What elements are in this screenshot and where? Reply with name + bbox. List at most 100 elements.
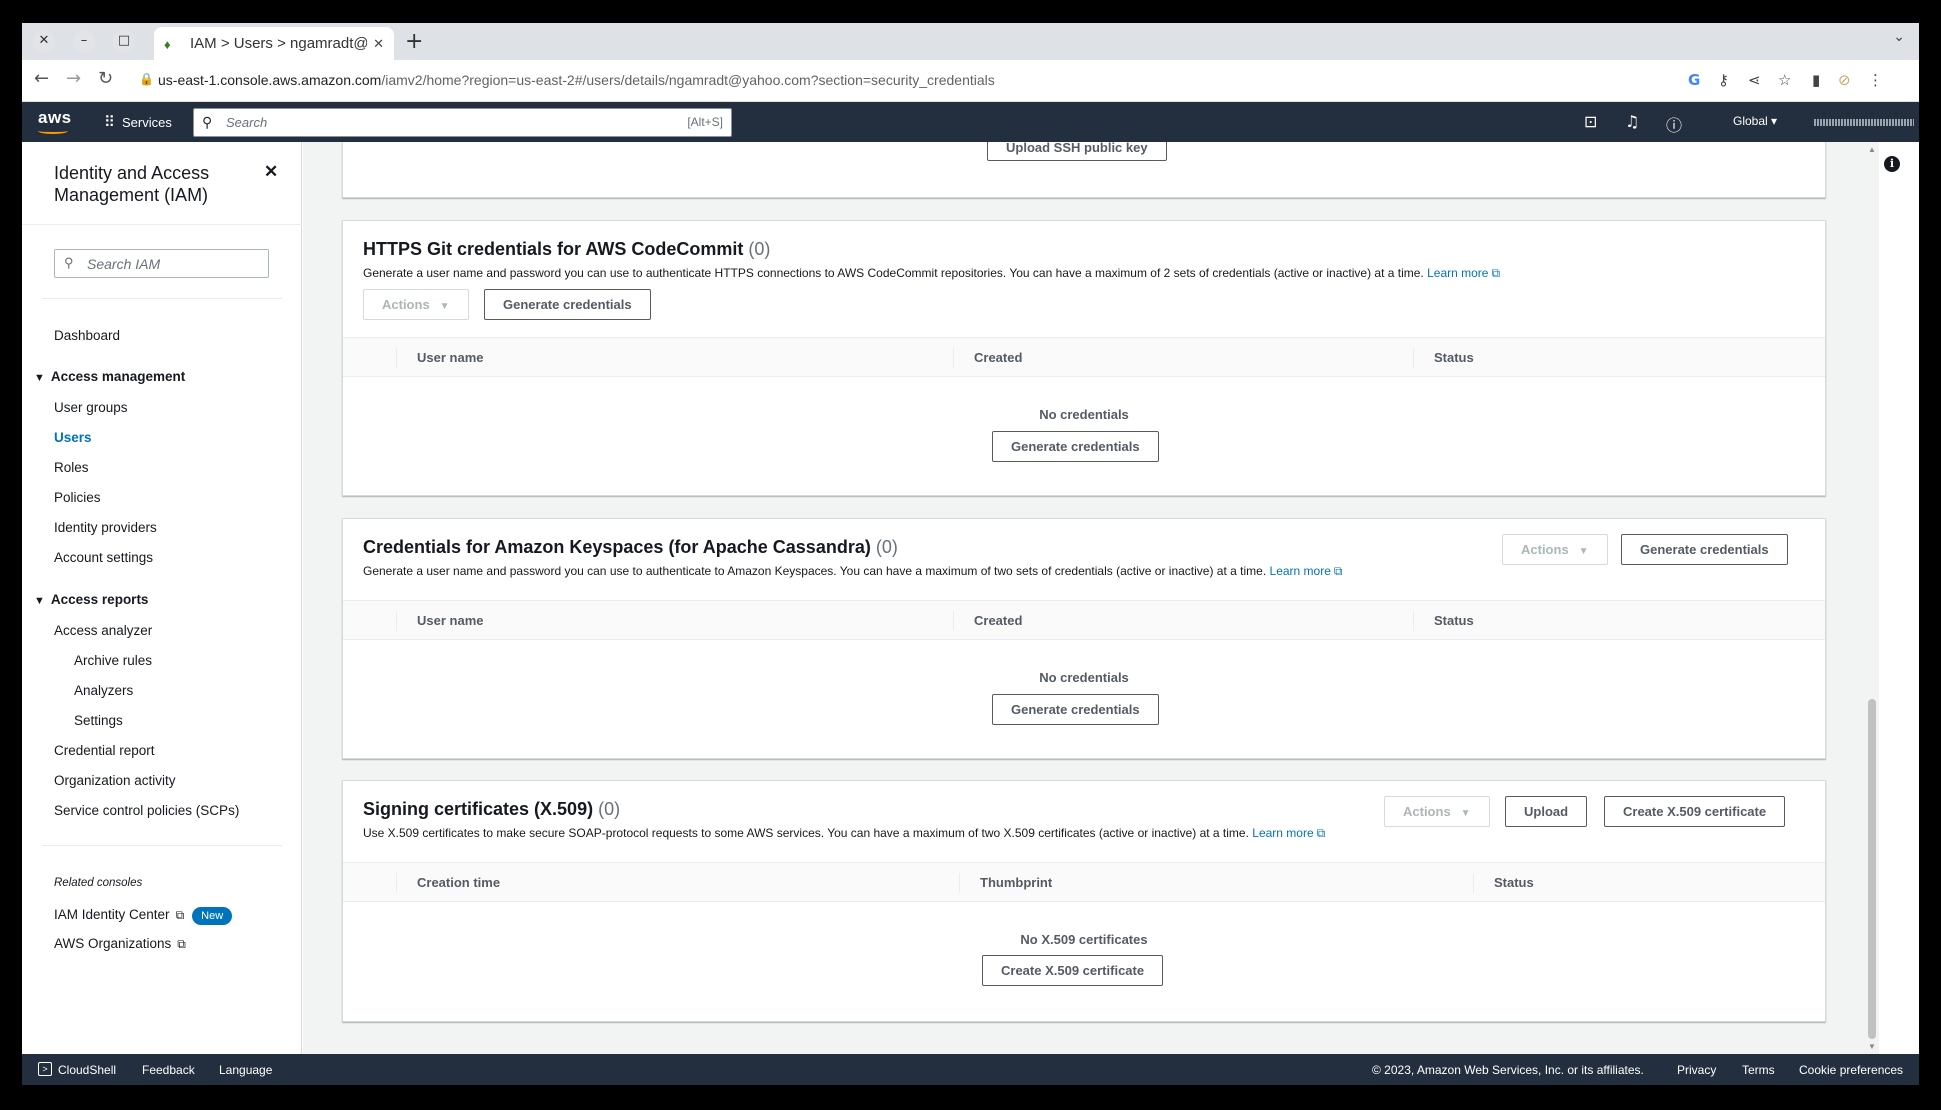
share-icon[interactable]: ⋖ — [1748, 71, 1761, 89]
footer-feedback-link[interactable]: Feedback — [142, 1063, 195, 1077]
generate-credentials-empty-button[interactable]: Generate credentials — [992, 431, 1159, 462]
tab-strip: ✕ – □ ♦ IAM > Users > ngamradt@ ✕ + ⌄ — [22, 23, 1919, 60]
sidebar-title[interactable]: Identity and Access Management (IAM) — [54, 162, 264, 206]
extension-icon[interactable]: ⊘ — [1838, 71, 1851, 89]
column-separator — [953, 611, 954, 631]
scroll-up-arrow-icon[interactable]: ▲ — [1868, 145, 1876, 154]
sidebar-item-users[interactable]: Users — [54, 430, 92, 445]
close-sidebar-icon[interactable]: ✕ — [264, 162, 278, 182]
close-window-icon[interactable]: ✕ — [33, 30, 55, 52]
help-icon[interactable]: ⓘ — [1666, 112, 1682, 136]
keyspaces-credentials-panel: Credentials for Amazon Keyspaces (for Ap… — [342, 518, 1826, 759]
minimize-window-icon[interactable]: – — [73, 30, 95, 52]
side-panel-icon[interactable]: ▮ — [1812, 71, 1820, 89]
sidebar-item-archive-rules[interactable]: Archive rules — [74, 653, 152, 668]
upload-certificate-button[interactable]: Upload — [1505, 796, 1588, 827]
sidebar-section-access-reports[interactable]: ▼ Access reports — [34, 592, 148, 607]
actions-dropdown[interactable]: Actions ▼ — [1384, 796, 1490, 827]
footer-cloudshell-link[interactable]: CloudShell — [58, 1063, 116, 1077]
sidebar-item-access-analyzer[interactable]: Access analyzer — [54, 623, 152, 638]
column-header-status[interactable]: Status — [1494, 875, 1534, 890]
url-field[interactable]: us-east-1.console.aws.amazon.com/iamv2/h… — [158, 72, 995, 88]
sidebar-item-user-groups[interactable]: User groups — [54, 400, 128, 415]
aws-logo[interactable]: aws — [38, 108, 72, 134]
sidebar-item-policies[interactable]: Policies — [54, 490, 101, 505]
sidebar-section-access-management[interactable]: ▼ Access management — [34, 369, 185, 384]
external-link-icon: ⧉ — [1333, 564, 1343, 578]
services-menu[interactable]: ⠿ Services — [104, 113, 172, 131]
generate-credentials-button[interactable]: Generate credentials — [1621, 534, 1788, 565]
actions-dropdown[interactable]: Actions ▼ — [1502, 534, 1608, 565]
learn-more-link[interactable]: Learn more ⧉ — [1427, 266, 1500, 280]
sidebar-item-settings[interactable]: Settings — [74, 713, 123, 728]
account-menu[interactable] — [1814, 119, 1914, 126]
empty-state-text: No X.509 certificates — [1020, 932, 1148, 947]
column-header-status[interactable]: Status — [1434, 350, 1474, 365]
create-x509-certificate-empty-button[interactable]: Create X.509 certificate — [982, 955, 1164, 986]
footer-language-link[interactable]: Language — [219, 1063, 272, 1077]
panel-title-text: HTTPS Git credentials for AWS CodeCommit — [363, 239, 744, 259]
maximize-window-icon[interactable]: □ — [113, 30, 135, 52]
aws-search-input[interactable] — [226, 112, 646, 133]
sidebar-item-account-settings[interactable]: Account settings — [54, 550, 153, 565]
footer-terms-link[interactable]: Terms — [1742, 1063, 1775, 1077]
column-header-user-name[interactable]: User name — [417, 613, 483, 628]
scroll-thumb[interactable] — [1868, 699, 1876, 1039]
sidebar-item-dashboard[interactable]: Dashboard — [54, 328, 120, 343]
learn-more-link[interactable]: Learn more ⧉ — [1252, 826, 1325, 840]
notifications-bell-icon[interactable]: ♫ — [1625, 112, 1639, 131]
forward-arrow-icon[interactable]: → — [66, 68, 81, 89]
column-header-creation-time[interactable]: Creation time — [417, 875, 500, 890]
search-iam[interactable]: ⚲ — [54, 249, 269, 278]
sidebar-item-organization-activity[interactable]: Organization activity — [54, 773, 176, 788]
aws-search[interactable]: ⚲ [Alt+S] — [193, 108, 732, 137]
sidebar-item-roles[interactable]: Roles — [54, 460, 89, 475]
close-tab-icon[interactable]: ✕ — [373, 36, 384, 52]
generate-credentials-empty-button[interactable]: Generate credentials — [992, 694, 1159, 725]
google-icon[interactable]: G — [1688, 71, 1700, 89]
column-header-created[interactable]: Created — [974, 350, 1022, 365]
browser-window: ✕ – □ ♦ IAM > Users > ngamradt@ ✕ + ⌄ ← … — [22, 23, 1919, 1085]
new-tab-icon[interactable]: + — [405, 29, 423, 54]
tab-search-chevron-icon[interactable]: ⌄ — [1893, 29, 1905, 45]
sidebar-item-iam-identity-center[interactable]: IAM Identity Center ⧉ New — [54, 907, 233, 925]
divider — [22, 224, 302, 225]
learn-more-link[interactable]: Learn more ⧉ — [1270, 564, 1343, 578]
footer-cookie-preferences-link[interactable]: Cookie preferences — [1799, 1063, 1903, 1077]
create-x509-certificate-button[interactable]: Create X.509 certificate — [1604, 796, 1786, 827]
address-bar: ← → ↻ 🔒 us-east-1.console.aws.amazon.com… — [22, 60, 1919, 102]
page-scrollbar[interactable]: ▲ ▼ — [1865, 142, 1879, 1054]
browser-menu-icon[interactable]: ⋮ — [1868, 71, 1883, 89]
iam-sidebar: Identity and Access Management (IAM) ✕ ⚲… — [22, 142, 302, 1054]
cloudshell-icon[interactable]: > — [38, 1062, 52, 1076]
region-selector[interactable]: Global ▾ — [1733, 114, 1777, 128]
column-header-status[interactable]: Status — [1434, 613, 1474, 628]
generate-credentials-button[interactable]: Generate credentials — [484, 289, 651, 320]
sidebar-item-identity-providers[interactable]: Identity providers — [54, 520, 157, 535]
description-text: Generate a user name and password you ca… — [363, 266, 1424, 280]
upload-ssh-key-button[interactable]: Upload SSH public key — [987, 142, 1167, 161]
caret-down-icon: ▼ — [1460, 808, 1471, 819]
info-panel-icon[interactable]: i — [1884, 156, 1900, 172]
credentials-count: (0) — [748, 239, 771, 259]
reload-icon[interactable]: ↻ — [98, 68, 113, 89]
sidebar-item-aws-organizations[interactable]: AWS Organizations ⧉ — [54, 936, 186, 952]
x509-description: Use X.509 certificates to make secure SO… — [363, 826, 1325, 841]
column-header-thumbprint[interactable]: Thumbprint — [980, 875, 1052, 890]
sidebar-item-scps[interactable]: Service control policies (SCPs) — [54, 803, 239, 818]
browser-tab[interactable]: ♦ IAM > Users > ngamradt@ ✕ — [154, 27, 394, 60]
column-header-user-name[interactable]: User name — [417, 350, 483, 365]
lock-icon[interactable]: 🔒 — [139, 72, 154, 86]
sidebar-item-analyzers[interactable]: Analyzers — [74, 683, 133, 698]
column-header-created[interactable]: Created — [974, 613, 1022, 628]
back-arrow-icon[interactable]: ← — [34, 68, 49, 89]
search-iam-input[interactable] — [87, 254, 257, 273]
actions-dropdown[interactable]: Actions ▼ — [363, 289, 469, 320]
key-icon[interactable]: ⚷ — [1718, 71, 1729, 89]
cloudshell-icon[interactable]: ⊡ — [1584, 112, 1597, 131]
footer-privacy-link[interactable]: Privacy — [1677, 1063, 1716, 1077]
scroll-down-arrow-icon[interactable]: ▼ — [1868, 1042, 1876, 1051]
sidebar-item-credential-report[interactable]: Credential report — [54, 743, 155, 758]
bookmark-star-icon[interactable]: ☆ — [1778, 71, 1791, 89]
search-icon: ⚲ — [202, 114, 213, 130]
